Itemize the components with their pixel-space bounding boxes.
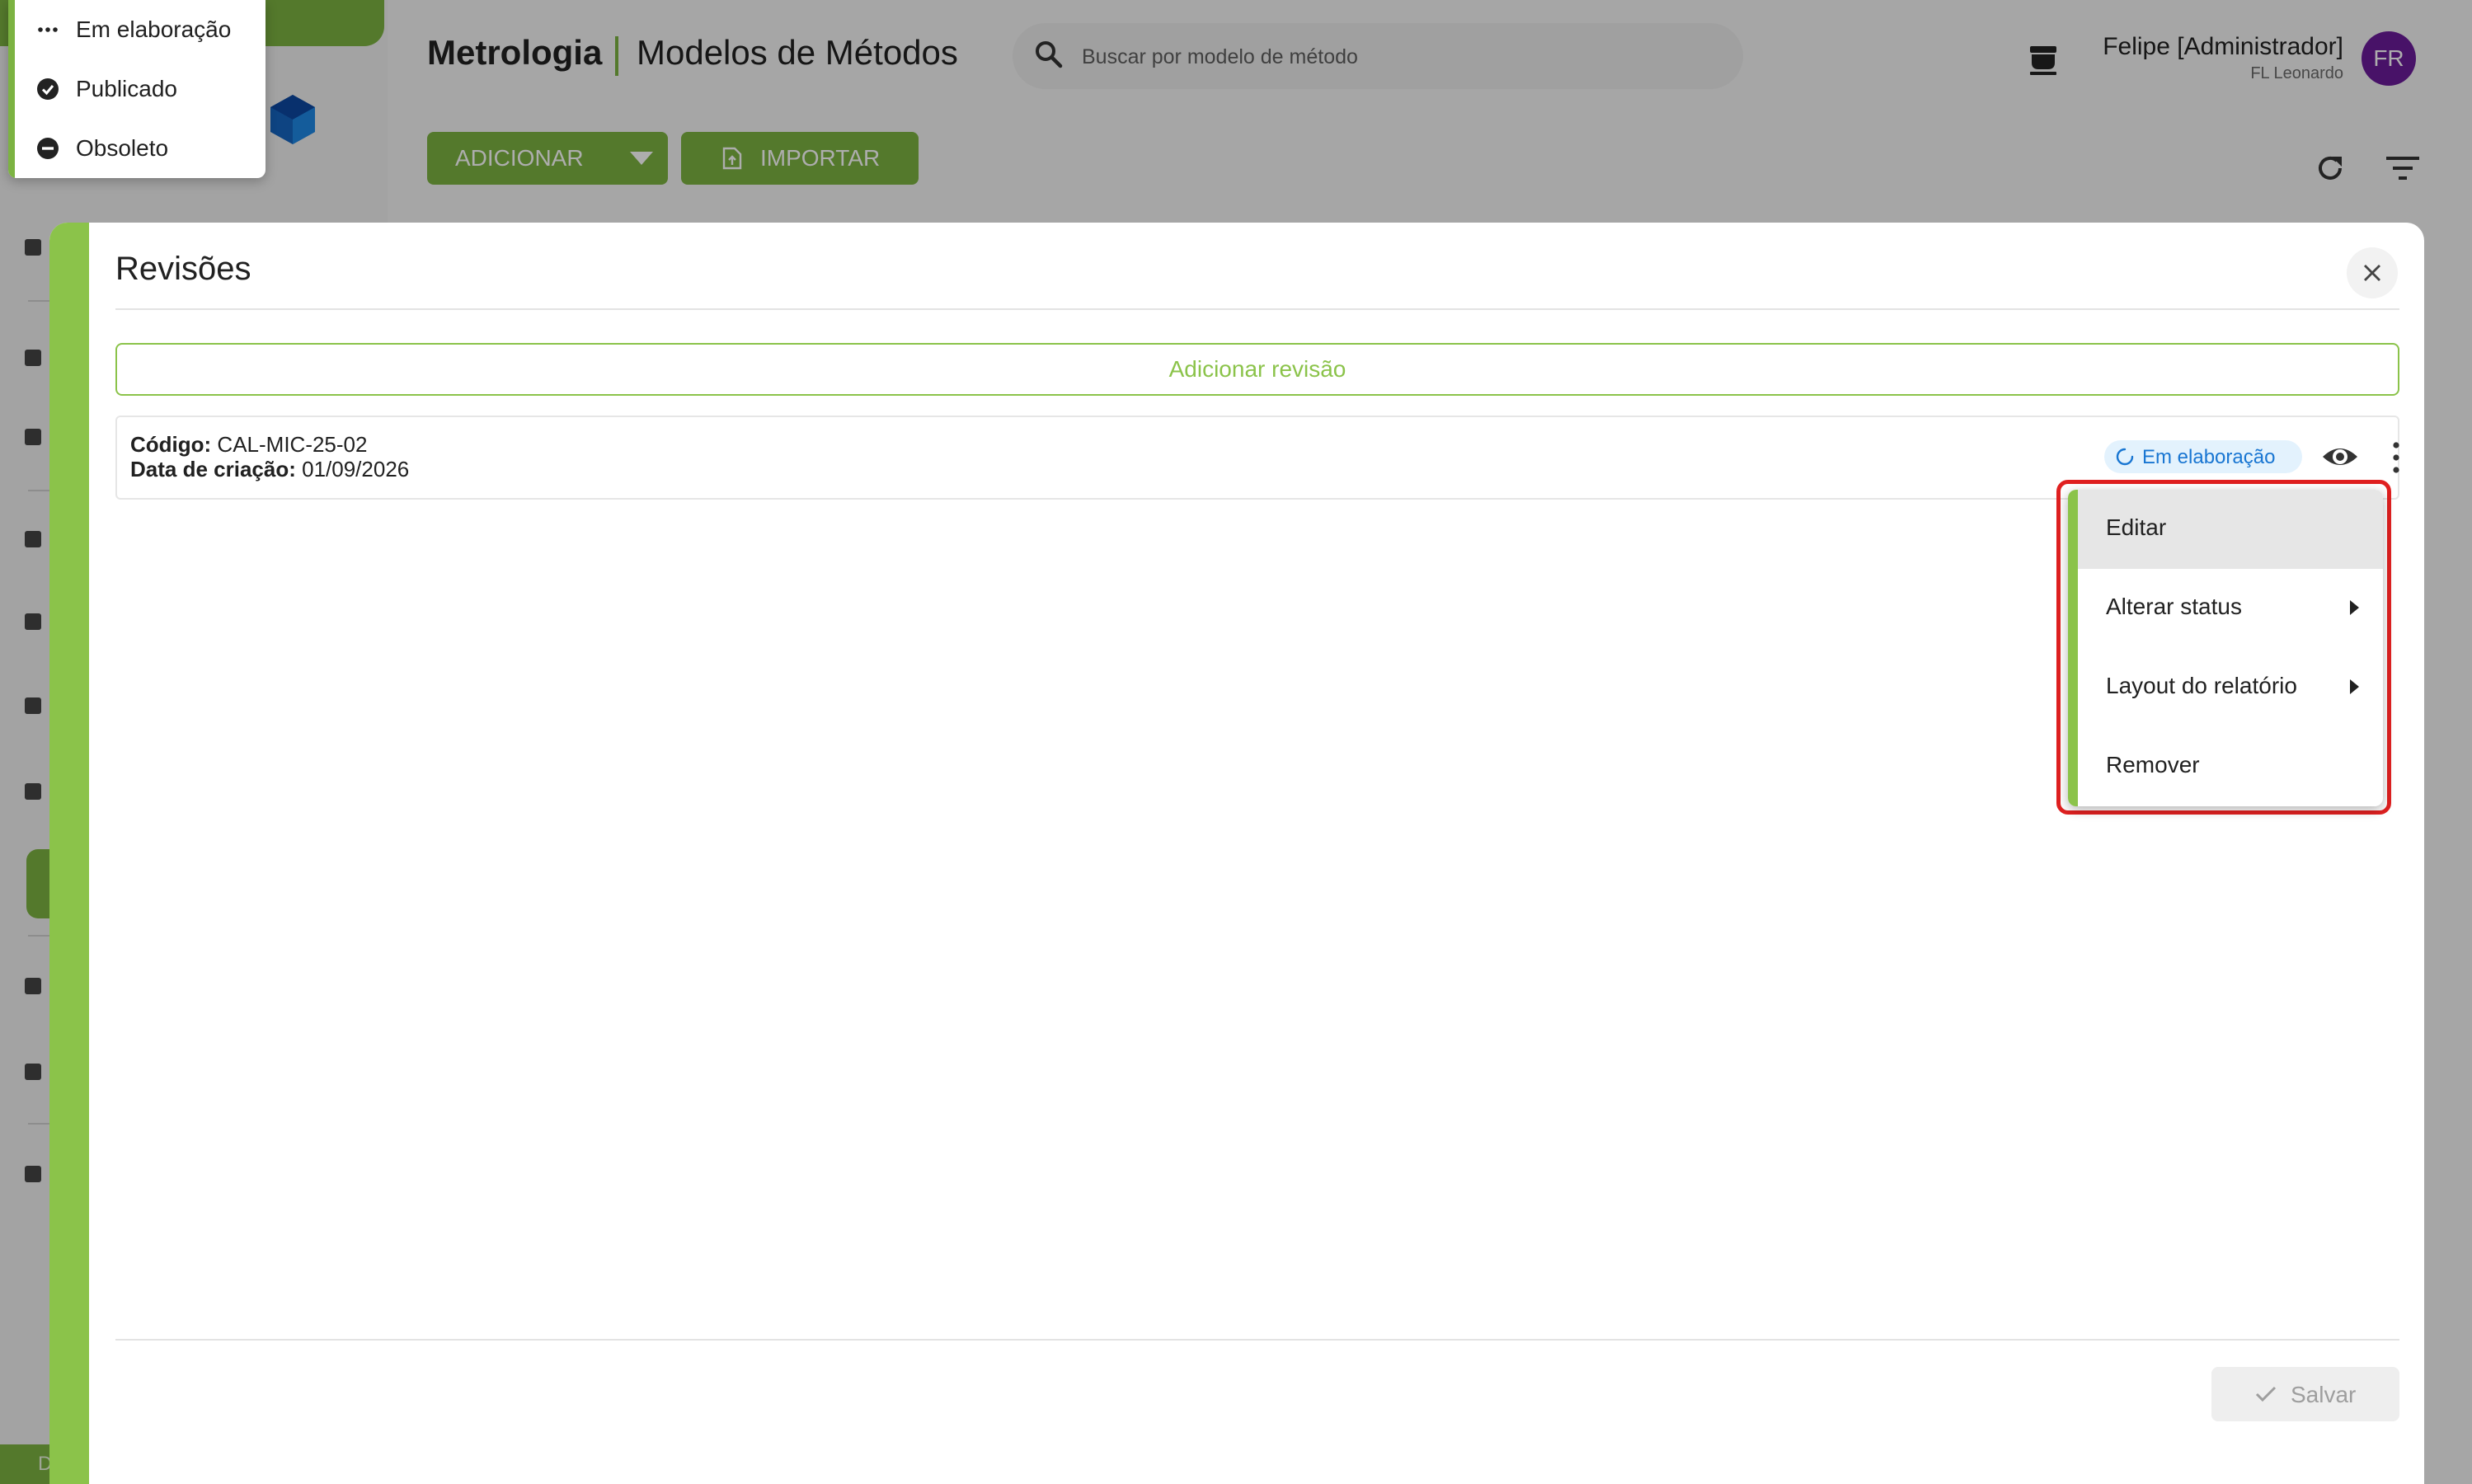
menu-item-alterar-status[interactable]: Alterar status — [2078, 569, 2383, 648]
menu-item-editar[interactable]: Editar — [2078, 490, 2383, 569]
minus-circle-icon — [37, 138, 59, 159]
close-button[interactable] — [2347, 247, 2398, 298]
revision-code: Código: CAL-MIC-25-02 — [130, 432, 367, 458]
chevron-right-icon — [2350, 679, 2359, 694]
revision-context-menu: Editar Alterar status Layout do relatóri… — [2068, 490, 2383, 806]
menu-item-label: Layout do relatório — [2106, 673, 2297, 698]
status-menu: Em elaboração Publicado Obsoleto — [8, 0, 266, 178]
loading-spinner-icon — [2116, 448, 2134, 466]
revision-date-label: Data de criação: — [130, 457, 296, 481]
more-vert-icon[interactable] — [2386, 439, 2406, 477]
check-circle-icon — [37, 78, 59, 100]
check-icon — [2255, 1386, 2277, 1402]
status-option-obsoleto[interactable]: Obsoleto — [8, 119, 266, 178]
status-badge-label: Em elaboração — [2142, 446, 2276, 468]
status-option-publicado[interactable]: Publicado — [8, 59, 266, 119]
dialog-accent-bar — [49, 223, 89, 1484]
menu-item-layout-relatorio[interactable]: Layout do relatório — [2078, 648, 2383, 727]
status-badge: Em elaboração — [2104, 440, 2302, 473]
status-option-em-elaboracao[interactable]: Em elaboração — [8, 0, 266, 59]
menu-item-label: Editar — [2106, 514, 2167, 540]
chevron-right-icon — [2350, 600, 2359, 615]
dialog-title: Revisões — [115, 251, 251, 287]
dialog-divider — [115, 308, 2399, 310]
menu-item-label: Alterar status — [2106, 594, 2242, 619]
save-button-label: Salvar — [2291, 1382, 2357, 1407]
eye-icon[interactable] — [2320, 437, 2360, 477]
save-button[interactable]: Salvar — [2211, 1367, 2399, 1421]
status-option-label: Obsoleto — [76, 135, 169, 161]
revision-code-label: Código: — [130, 432, 212, 457]
close-icon — [2364, 265, 2380, 281]
revisions-dialog: Revisões Adicionar revisão Código: CAL-M… — [49, 223, 2424, 1484]
status-option-label: Em elaboração — [76, 16, 232, 42]
menu-item-label: Remover — [2106, 752, 2200, 777]
revision-date: Data de criação: 01/09/2026 — [130, 457, 409, 482]
add-revision-button[interactable]: Adicionar revisão — [115, 343, 2399, 396]
dialog-footer-divider — [115, 1339, 2399, 1341]
status-option-label: Publicado — [76, 76, 177, 101]
context-menu-accent — [2068, 490, 2078, 806]
revision-code-value: CAL-MIC-25-02 — [217, 432, 368, 457]
menu-item-remover[interactable]: Remover — [2078, 727, 2383, 806]
more-horiz-icon — [38, 27, 58, 32]
revision-date-value: 01/09/2026 — [302, 457, 410, 481]
